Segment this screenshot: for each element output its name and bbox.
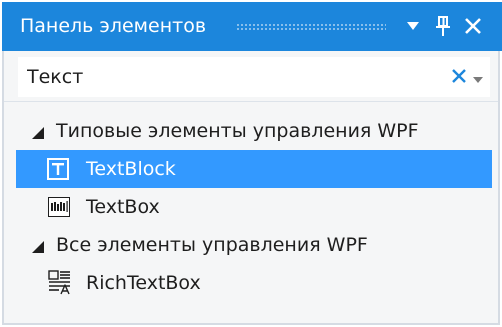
- expanded-arrow-icon[interactable]: [32, 241, 44, 253]
- panel-title: Панель элементов: [20, 15, 207, 37]
- tree-item-textbox[interactable]: TextBox: [4, 188, 498, 226]
- chevron-down-icon: [473, 69, 483, 88]
- clear-search-button[interactable]: [449, 68, 469, 88]
- panel-menu-button[interactable]: [400, 12, 426, 40]
- search-dropdown-button[interactable]: [471, 71, 485, 85]
- textbox-icon: [48, 197, 70, 217]
- expanded-arrow-icon[interactable]: [32, 127, 44, 139]
- item-label: TextBox: [86, 196, 160, 218]
- group-label: Типовые элементы управления WPF: [56, 120, 419, 142]
- close-icon: [464, 17, 482, 35]
- pin-button[interactable]: [430, 12, 456, 40]
- close-button[interactable]: [460, 12, 486, 40]
- drag-grip[interactable]: [236, 23, 386, 30]
- panel-titlebar[interactable]: Панель элементов: [2, 2, 502, 51]
- search-input[interactable]: [27, 62, 427, 92]
- divider: [4, 101, 498, 102]
- toolbox-panel: Панель элементов Текст Типовые элементы …: [2, 2, 502, 325]
- richtextbox-icon: [48, 270, 72, 296]
- textblock-icon: [47, 158, 69, 180]
- pin-icon: [436, 15, 450, 37]
- group-label: Все элементы управления WPF: [56, 234, 368, 256]
- tree-group-header[interactable]: Все элементы управления WPF: [4, 226, 498, 264]
- tree-group-header[interactable]: Типовые элементы управления WPF: [4, 112, 498, 150]
- search-box: [18, 57, 490, 97]
- tree-item-textblock[interactable]: TextBlock: [16, 150, 492, 188]
- chevron-down-icon: [406, 21, 420, 31]
- item-label: TextBlock: [86, 158, 176, 180]
- tree-item-richtextbox[interactable]: RichTextBox: [4, 264, 498, 302]
- item-label: RichTextBox: [86, 272, 201, 294]
- clear-icon: [451, 68, 467, 88]
